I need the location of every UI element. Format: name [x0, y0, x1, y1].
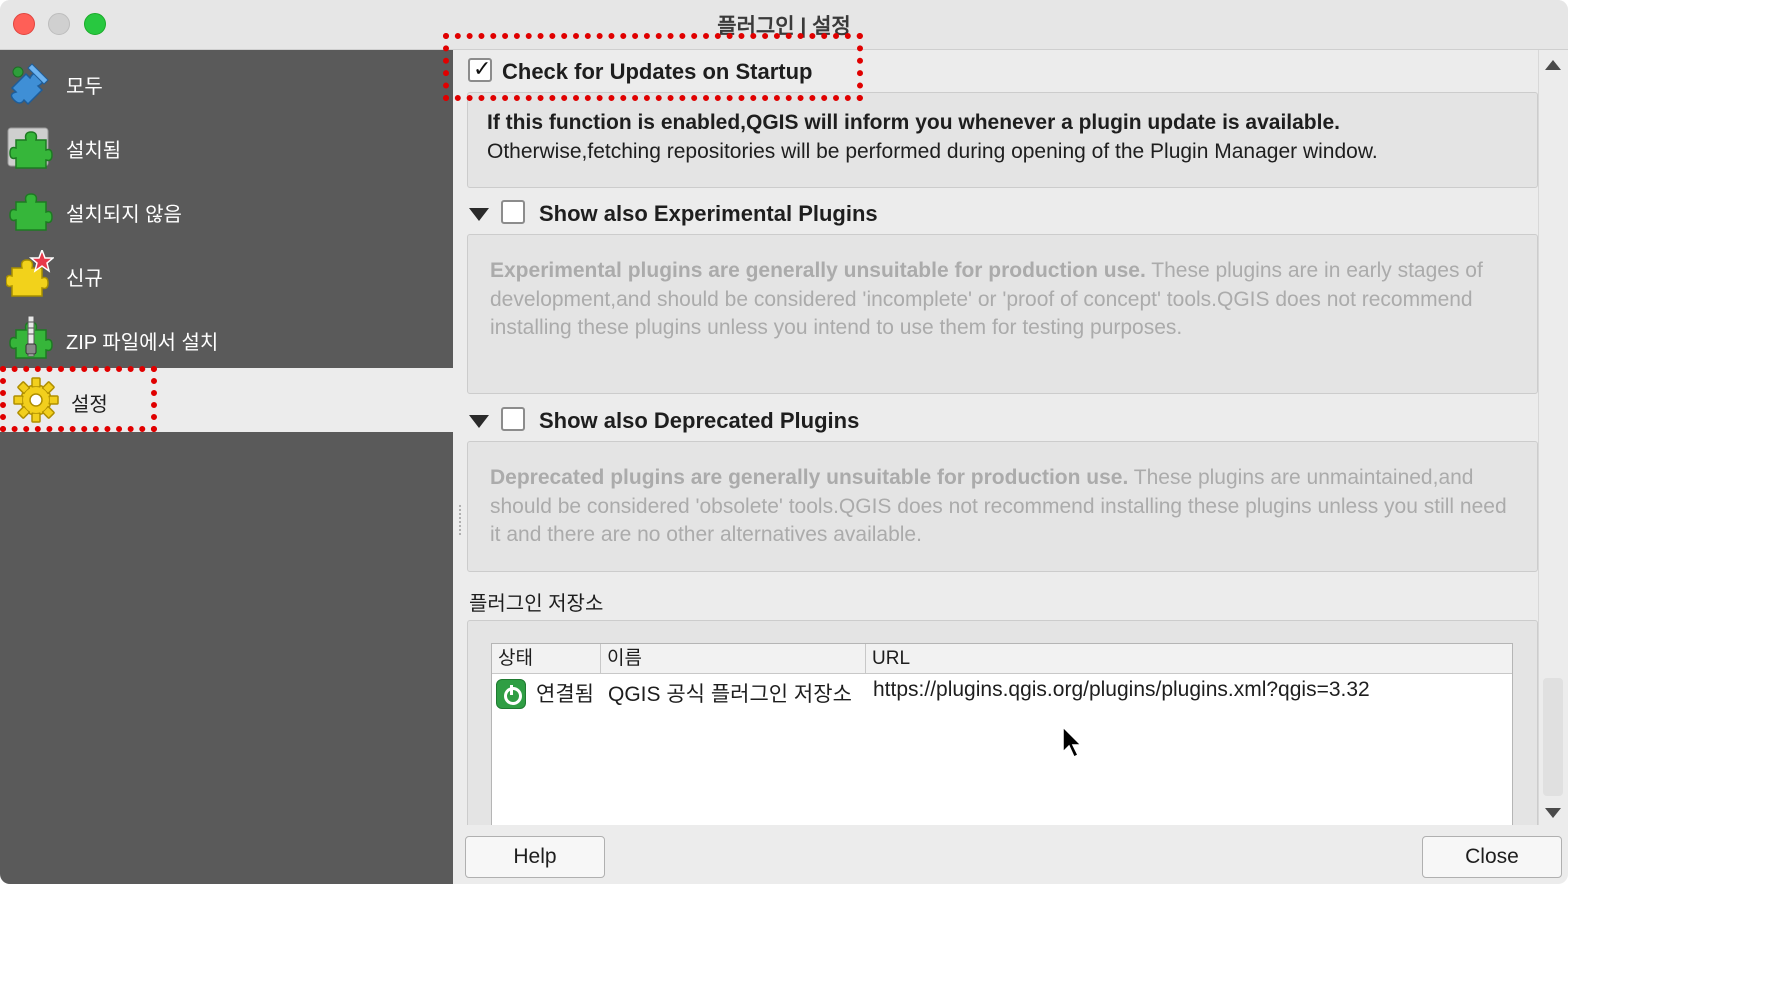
- sidebar-item-label: 모두: [66, 76, 103, 98]
- table-row[interactable]: 연결됨 QGIS 공식 플러그인 저장소 https://plugins.qgi…: [492, 675, 1512, 711]
- settings-panel: ✓ Check for Updates on Startup If this f…: [467, 50, 1538, 825]
- table-header: 상태 이름 URL: [492, 644, 1512, 674]
- repositories-section-title: 플러그인 저장소: [469, 593, 604, 615]
- deprecated-description-bold: Deprecated plugins are generally unsuita…: [490, 466, 1129, 489]
- scroll-up-arrow-icon[interactable]: [1545, 60, 1561, 70]
- highlight-settings-item: [0, 366, 157, 432]
- column-header-status[interactable]: 상태: [492, 644, 601, 674]
- collapse-arrow-icon[interactable]: [469, 208, 489, 221]
- sidebar-item-install-zip[interactable]: ZIP 파일에서 설치: [0, 306, 453, 370]
- deprecated-plugins-checkbox[interactable]: [501, 407, 525, 431]
- sidebar-item-label: 설치됨: [66, 140, 122, 162]
- sidebar-item-not-installed[interactable]: 설치되지 않음: [0, 178, 453, 242]
- connected-status-icon: [496, 679, 526, 709]
- repo-status: 연결됨: [536, 683, 594, 706]
- repo-url: https://plugins.qgis.org/plugins/plugins…: [873, 678, 1370, 701]
- check-updates-description: If this function is enabled,QGIS will in…: [487, 109, 1527, 166]
- sidebar-item-all[interactable]: 모두: [0, 50, 453, 114]
- scroll-down-arrow-icon[interactable]: [1545, 808, 1561, 818]
- puzzle-yellow-new-icon: [6, 250, 54, 297]
- experimental-description-bold: Experimental plugins are generally unsui…: [490, 259, 1146, 282]
- column-header-name[interactable]: 이름: [601, 644, 866, 674]
- sidebar-item-label: ZIP 파일에서 설치: [66, 332, 219, 354]
- sidebar-item-new[interactable]: 신규: [0, 242, 453, 306]
- puzzle-zip-icon: [9, 315, 53, 359]
- splitter-handle[interactable]: [453, 50, 467, 884]
- repositories-group: 상태 이름 URL 연결됨 QGIS 공식 플러그인 저장소 https://p…: [467, 620, 1538, 825]
- puzzle-green-installed-icon: [7, 127, 53, 169]
- splitter-grip: [459, 505, 461, 535]
- check-updates-description-text: Otherwise,fetching repositories will be …: [487, 139, 1378, 163]
- check-updates-description-box: If this function is enabled,QGIS will in…: [467, 92, 1538, 188]
- collapse-arrow-icon[interactable]: [469, 415, 489, 428]
- highlight-check-updates: [443, 33, 863, 101]
- deprecated-description-box: Deprecated plugins are generally unsuita…: [467, 441, 1538, 572]
- puzzle-green-icon: [9, 193, 53, 231]
- close-button[interactable]: Close: [1422, 836, 1562, 878]
- experimental-description: Experimental plugins are generally unsui…: [490, 257, 1520, 343]
- scrollbar-thumb[interactable]: [1543, 678, 1563, 796]
- plugin-manager-window: 플러그인 | 설정 모두 설치됨 설치되지 않음 신규 ZIP 파일에서 설치 …: [0, 0, 1568, 884]
- experimental-description-box: Experimental plugins are generally unsui…: [467, 234, 1538, 394]
- vertical-scrollbar[interactable]: [1538, 50, 1568, 825]
- check-updates-description-bold: If this function is enabled,QGIS will in…: [487, 111, 1340, 134]
- help-button[interactable]: Help: [465, 836, 605, 878]
- experimental-plugins-checkbox[interactable]: [501, 200, 525, 224]
- repo-name: QGIS 공식 플러그인 저장소: [608, 683, 852, 706]
- sidebar: 모두 설치됨 설치되지 않음 신규 ZIP 파일에서 설치 설정: [0, 50, 453, 884]
- puzzle-blue-icon: [10, 63, 49, 106]
- repositories-table[interactable]: 상태 이름 URL 연결됨 QGIS 공식 플러그인 저장소 https://p…: [491, 643, 1513, 825]
- column-header-url[interactable]: URL: [866, 644, 1512, 674]
- sidebar-item-label: 설치되지 않음: [66, 204, 182, 226]
- deprecated-description: Deprecated plugins are generally unsuita…: [490, 464, 1520, 550]
- mouse-cursor-icon: [1062, 726, 1083, 759]
- experimental-plugins-label: Show also Experimental Plugins: [539, 201, 878, 226]
- deprecated-plugins-label: Show also Deprecated Plugins: [539, 408, 860, 433]
- sidebar-item-installed[interactable]: 설치됨: [0, 114, 453, 178]
- sidebar-item-label: 신규: [66, 268, 103, 290]
